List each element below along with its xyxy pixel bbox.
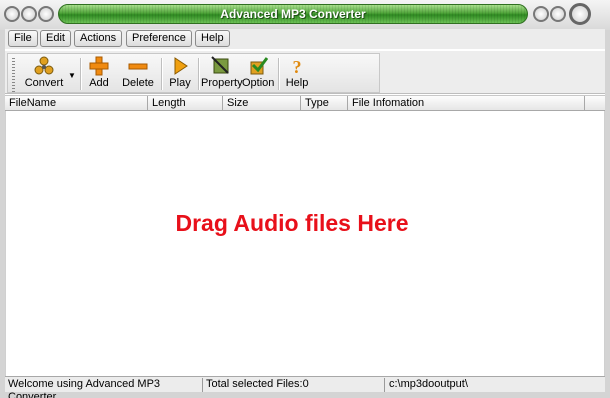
- drag-hint: Drag Audio files Here: [175, 210, 409, 236]
- menu-preference[interactable]: Preference: [126, 30, 192, 47]
- column-filename[interactable]: FileName: [5, 96, 148, 111]
- menu-actions[interactable]: Actions: [74, 30, 123, 47]
- menu-help[interactable]: Help: [195, 30, 230, 47]
- window-frame-bottom: [0, 392, 610, 398]
- play-label: Play: [169, 77, 191, 89]
- column-type[interactable]: Type: [301, 96, 348, 111]
- toolbar: Convert ▼ Add Delete Play Property Optio…: [5, 50, 605, 94]
- window-option-icon[interactable]: [21, 6, 37, 22]
- menu-edit[interactable]: Edit: [40, 30, 71, 47]
- file-list[interactable]: Drag Audio files Here: [5, 111, 605, 376]
- status-selected-count: Total selected Files:0: [203, 378, 385, 392]
- file-list-header: FileName Length Size Type File Infomatio…: [5, 95, 605, 111]
- maximize-icon[interactable]: [550, 6, 566, 22]
- property-button[interactable]: Property: [201, 56, 243, 92]
- menu-bar: File Edit Actions Preference Help: [5, 29, 605, 49]
- title-pill: Advanced MP3 Converter: [58, 4, 528, 24]
- option-icon: [250, 57, 268, 75]
- svg-text:?: ?: [293, 57, 302, 76]
- plus-icon: [89, 56, 109, 76]
- toolbar-grip[interactable]: [12, 58, 15, 92]
- toolbar-panel: Convert ▼ Add Delete Play Property Optio…: [7, 53, 380, 93]
- system-menu-icon[interactable]: [4, 6, 20, 22]
- status-bar: Welcome using Advanced MP3 Converter Tot…: [5, 376, 605, 398]
- status-welcome: Welcome using Advanced MP3 Converter: [5, 378, 203, 398]
- delete-button[interactable]: Delete: [120, 56, 156, 92]
- add-label: Add: [89, 77, 109, 89]
- convert-dropdown-icon[interactable]: ▼: [68, 71, 76, 80]
- help-icon: ?: [293, 57, 302, 76]
- option-button[interactable]: Option: [242, 56, 274, 92]
- status-output-path: c:\mp3dooutput\: [389, 378, 468, 390]
- property-icon: [211, 56, 229, 74]
- toolbar-separator: [198, 58, 200, 90]
- delete-label: Delete: [122, 77, 154, 89]
- minus-icon: [128, 63, 148, 70]
- window-option-icon[interactable]: [38, 6, 54, 22]
- convert-label: Convert: [24, 77, 64, 89]
- toolbar-separator: [80, 58, 82, 90]
- convert-icon: [34, 56, 54, 75]
- window-frame-right: [605, 29, 610, 392]
- convert-button[interactable]: Convert: [22, 56, 66, 92]
- column-size[interactable]: Size: [223, 96, 301, 111]
- help-label: Help: [285, 77, 309, 89]
- toolbar-separator: [161, 58, 163, 90]
- menu-file[interactable]: File: [8, 30, 38, 47]
- close-icon[interactable]: [569, 3, 591, 25]
- window-title: Advanced MP3 Converter: [220, 7, 366, 21]
- column-file-information[interactable]: File Infomation: [348, 96, 585, 111]
- play-button[interactable]: Play: [166, 56, 194, 92]
- toolbar-separator: [278, 58, 280, 90]
- add-button[interactable]: Add: [86, 56, 112, 92]
- title-bar[interactable]: Advanced MP3 Converter: [0, 0, 610, 30]
- option-label: Option: [242, 77, 275, 89]
- minimize-icon[interactable]: [533, 6, 549, 22]
- property-label: Property: [201, 77, 243, 89]
- help-button[interactable]: ? Help: [284, 56, 310, 92]
- play-icon: [174, 57, 188, 75]
- column-length[interactable]: Length: [148, 96, 223, 111]
